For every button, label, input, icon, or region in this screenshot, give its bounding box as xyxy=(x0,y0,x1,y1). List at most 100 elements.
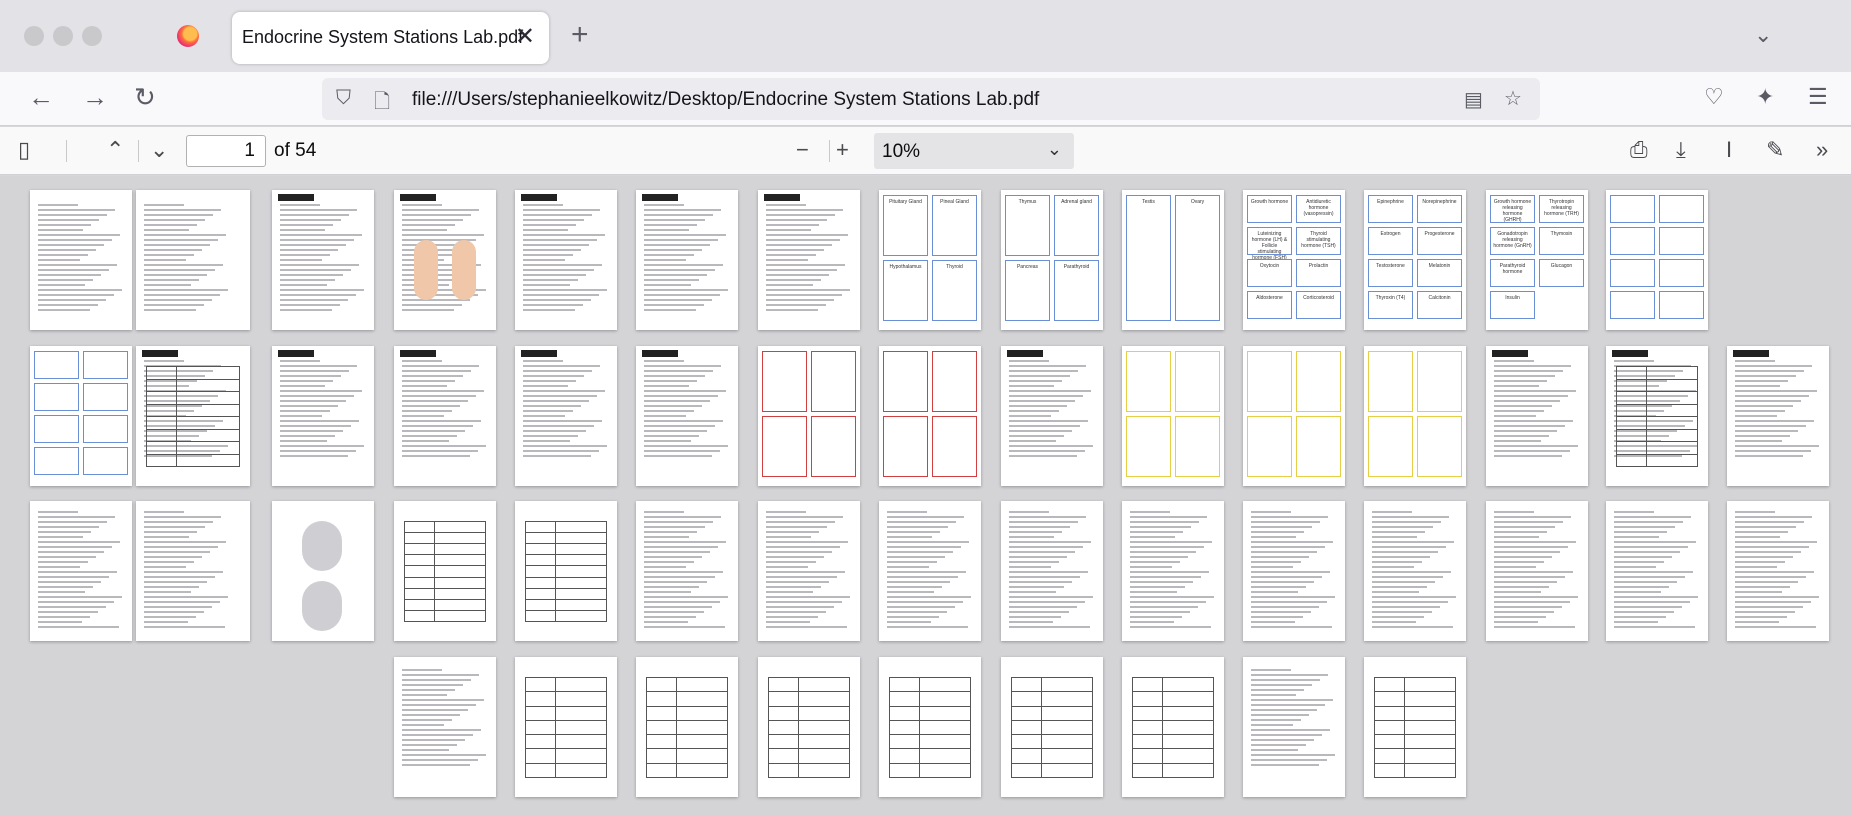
chevron-down-icon[interactable]: ⌄ xyxy=(1754,22,1772,48)
page-thumbnail[interactable] xyxy=(879,657,981,797)
page-thumbnail[interactable] xyxy=(394,657,496,797)
page-thumbnail[interactable] xyxy=(1486,346,1588,486)
page-thumbnail[interactable]: Growth hormone Antidiuretic hormone (vaso… xyxy=(1243,190,1345,330)
page-thumbnail[interactable]: Testis Ovary xyxy=(1122,190,1224,330)
text-cursor-icon[interactable]: I xyxy=(1726,138,1732,162)
table-line xyxy=(555,677,556,777)
page-thumbnail[interactable] xyxy=(1364,657,1466,797)
text-line xyxy=(523,254,573,256)
table-line xyxy=(646,762,728,764)
pocket-icon[interactable]: ♡ xyxy=(1704,84,1724,110)
pdf-viewer[interactable]: Pituitary Gland Pineal Gland Hypothalamus T… xyxy=(0,176,1851,816)
page-thumbnail[interactable] xyxy=(1243,501,1345,641)
page-thumbnail[interactable] xyxy=(136,190,250,330)
back-icon[interactable]: ← xyxy=(28,84,54,110)
zoom-out-icon[interactable]: − xyxy=(796,138,809,162)
star-icon[interactable]: ☆ xyxy=(1504,86,1522,111)
page-thumbnail[interactable] xyxy=(1364,346,1466,486)
page-thumbnail[interactable] xyxy=(1001,501,1103,641)
page-thumbnail[interactable] xyxy=(758,657,860,797)
page-thumbnail[interactable] xyxy=(758,190,860,330)
print-icon[interactable]: ⎙ xyxy=(1630,138,1648,162)
text-line xyxy=(523,279,578,281)
sidebar-toggle-icon[interactable]: ▯ xyxy=(18,138,30,162)
page-thumbnail[interactable] xyxy=(1001,346,1103,486)
page-thumbnail[interactable] xyxy=(30,346,132,486)
page-thumbnail[interactable] xyxy=(272,346,374,486)
page-thumbnail[interactable] xyxy=(136,501,250,641)
page-thumbnail[interactable] xyxy=(30,190,132,330)
page-thumbnail[interactable] xyxy=(1606,346,1708,486)
page-thumbnail[interactable] xyxy=(394,190,496,330)
reader-icon[interactable]: ▤ xyxy=(1464,87,1483,112)
tools-icon[interactable]: » xyxy=(1816,138,1828,162)
page-thumbnail[interactable] xyxy=(394,346,496,486)
extensions-icon[interactable]: ✦ xyxy=(1756,84,1774,110)
shield-icon[interactable]: ⛉ xyxy=(336,87,351,110)
page-thumbnail[interactable] xyxy=(1727,346,1829,486)
page-thumbnail[interactable] xyxy=(636,501,738,641)
forward-icon[interactable]: → xyxy=(82,84,108,110)
new-tab-button[interactable]: + xyxy=(571,18,589,52)
label-card: Thymus xyxy=(1005,195,1050,256)
text-line xyxy=(1130,536,1175,538)
chevron-up-icon[interactable]: ⌃ xyxy=(106,138,124,162)
page-thumbnail[interactable] xyxy=(1122,501,1224,641)
page-thumbnail[interactable] xyxy=(1606,501,1708,641)
reload-icon[interactable]: ↻ xyxy=(134,84,156,110)
page-thumbnail[interactable] xyxy=(879,501,981,641)
text-line xyxy=(766,219,827,221)
page-thumbnail[interactable] xyxy=(136,346,250,486)
page-thumbnail[interactable] xyxy=(515,346,617,486)
page-thumbnail[interactable] xyxy=(272,501,374,641)
zoom-select[interactable]: 10% ⌄ xyxy=(874,133,1074,169)
page-thumbnail[interactable] xyxy=(515,657,617,797)
page-thumbnail[interactable]: Epinephrine Norepinephrine Estrogen Progest… xyxy=(1364,190,1466,330)
page-thumbnail[interactable]: Thymus Adrenal gland Pancreas Parathyroid xyxy=(1001,190,1103,330)
table-line xyxy=(1011,691,1093,693)
page-number-input[interactable]: 1 xyxy=(186,135,266,167)
zoom-in-icon[interactable]: + xyxy=(836,138,849,162)
table-line xyxy=(525,748,607,750)
page-thumbnail[interactable] xyxy=(758,346,860,486)
page-thumbnail[interactable] xyxy=(758,501,860,641)
page-thumbnail[interactable] xyxy=(1606,190,1708,330)
page-thumbnail[interactable]: Growth hormone releasing hormone (GHRH) T… xyxy=(1486,190,1588,330)
page-thumbnail[interactable] xyxy=(636,657,738,797)
page-thumbnail[interactable] xyxy=(394,501,496,641)
page-thumbnail[interactable] xyxy=(1122,657,1224,797)
text-line xyxy=(523,435,578,437)
page-thumbnail[interactable] xyxy=(1243,346,1345,486)
firefox-view-icon[interactable] xyxy=(177,25,199,47)
page-thumbnail[interactable] xyxy=(1727,501,1829,641)
page-thumbnail[interactable] xyxy=(272,190,374,330)
page-thumbnail[interactable] xyxy=(1486,501,1588,641)
text-line xyxy=(1614,425,1685,427)
text-line xyxy=(1735,415,1777,417)
minimize-window-button[interactable] xyxy=(53,26,73,46)
draw-icon[interactable]: ✎ xyxy=(1766,138,1784,162)
chevron-down-icon[interactable]: ⌄ xyxy=(150,138,168,162)
close-window-button[interactable] xyxy=(24,26,44,46)
url-bar[interactable]: ⛉ 🗋 file:///Users/stephanieelkowitz/Desk… xyxy=(322,78,1540,120)
save-icon[interactable]: ⤓ xyxy=(1676,138,1686,162)
page-thumbnail[interactable] xyxy=(636,190,738,330)
tab-active[interactable]: Endocrine System Stations Lab.pdf ✕ xyxy=(232,12,549,64)
page-thumbnail[interactable] xyxy=(515,501,617,641)
menu-icon[interactable]: ☰ xyxy=(1808,84,1828,110)
table-line xyxy=(1374,762,1456,764)
text-line xyxy=(523,445,607,447)
page-thumbnail[interactable] xyxy=(1122,346,1224,486)
page-thumbnail[interactable] xyxy=(515,190,617,330)
page-thumbnail[interactable] xyxy=(1243,657,1345,797)
text-line xyxy=(523,430,586,432)
page-thumbnail[interactable] xyxy=(1364,501,1466,641)
page-thumbnail[interactable] xyxy=(30,501,132,641)
page-thumbnail[interactable] xyxy=(1001,657,1103,797)
close-tab-icon[interactable]: ✕ xyxy=(515,22,535,51)
url-text[interactable]: file:///Users/stephanieelkowitz/Desktop/… xyxy=(412,89,1039,111)
page-thumbnail[interactable]: Pituitary Gland Pineal Gland Hypothalamus T… xyxy=(879,190,981,330)
zoom-window-button[interactable] xyxy=(82,26,102,46)
page-thumbnail[interactable] xyxy=(636,346,738,486)
page-thumbnail[interactable] xyxy=(879,346,981,486)
